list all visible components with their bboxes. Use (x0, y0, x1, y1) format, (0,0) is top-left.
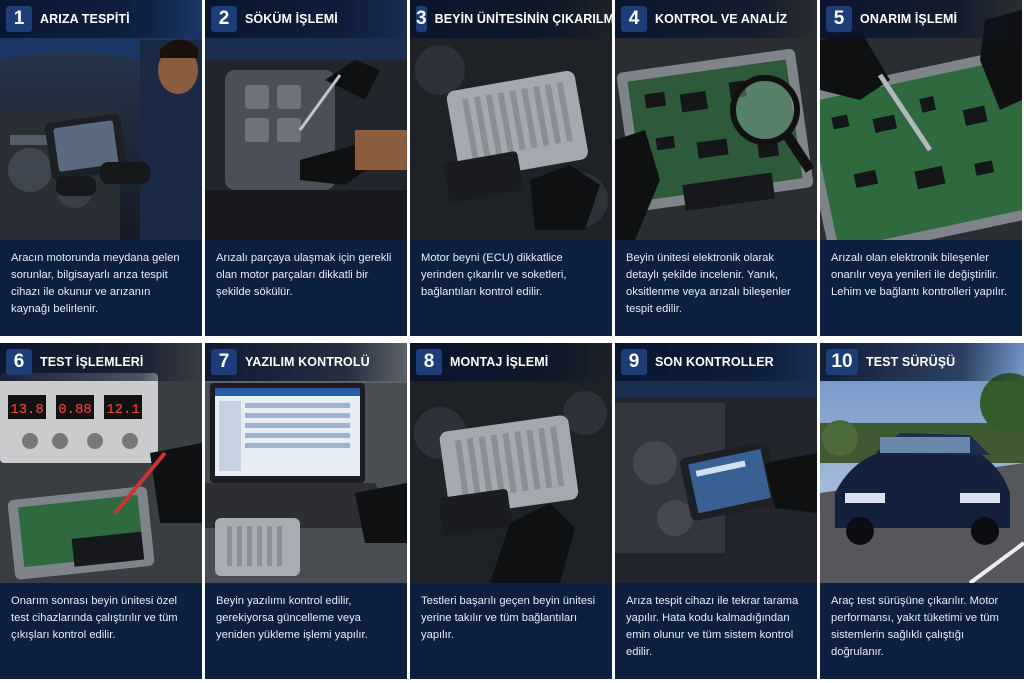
step-10-header: 10 TEST SÜRÜŞÜ (820, 343, 1024, 381)
step-8-title: MONTAJ İŞLEMİ (450, 355, 549, 369)
process-grid: 1 ARIZA TESPİTİ Aracın motorunda meydana… (0, 0, 1024, 683)
step-3-title: BEYİN ÜNİTESİNİN ÇIKARILMASI (434, 12, 612, 26)
step-10-number: 10 (826, 349, 858, 375)
step-5-title: ONARIM İŞLEMİ (860, 12, 958, 26)
step-1-header: 1 ARIZA TESPİTİ (0, 0, 202, 38)
step-6-number: 6 (6, 349, 32, 375)
step-4-number: 4 (621, 6, 647, 32)
step-card-10: 10 TEST SÜRÜŞÜ Araç test sürüşüne çıkarı… (820, 343, 1024, 679)
test-readout-3: 12.1 (106, 402, 140, 418)
step-8-number: 8 (416, 349, 442, 375)
step-2-description: Arızalı parçaya ulaşmak için gerekli ola… (205, 240, 407, 336)
step-6-title: TEST İŞLEMLERİ (40, 355, 144, 369)
step-card-2: 2 SÖKÜM İŞLEMİ Arızalı parçaya ulaşmak i… (205, 0, 407, 336)
step-6-description: Onarım sonrası beyin ünitesi özel test c… (0, 583, 202, 679)
step-4-title: KONTROL VE ANALİZ (655, 12, 788, 26)
step-8-description: Testleri başarılı geçen beyin ünitesi ye… (410, 583, 612, 679)
step-card-7: 7 YAZILIM KONTROLÜ Beyin yazılımı kontro… (205, 343, 407, 679)
step-3-number: 3 (416, 6, 427, 32)
step-card-4: 4 KONTROL VE ANALİZ Beyin ünitesi elektr… (615, 0, 817, 336)
test-readout-1: 13.8 (10, 402, 44, 418)
step-10-description: Araç test sürüşüne çıkarılır. Motor perf… (820, 583, 1024, 679)
step-5-number: 5 (826, 6, 852, 32)
step-10-title: TEST SÜRÜŞÜ (866, 355, 956, 369)
test-readout-2: 0.88 (58, 402, 92, 418)
step-6-header: 6 TEST İŞLEMLERİ (0, 343, 202, 381)
step-8-header: 8 MONTAJ İŞLEMİ (410, 343, 612, 381)
step-7-number: 7 (211, 349, 237, 375)
step-3-header: 3 BEYİN ÜNİTESİNİN ÇIKARILMASI (410, 0, 612, 38)
step-2-number: 2 (211, 6, 237, 32)
step-7-title: YAZILIM KONTROLÜ (245, 355, 370, 369)
step-card-5: 5 ONARIM İŞLEMİ Arızalı olan elektronik … (820, 0, 1022, 336)
step-4-description: Beyin ünitesi elektronik olarak detaylı … (615, 240, 817, 336)
step-card-6: 13.8 0.88 12.1 6 TEST İŞLEMLERİ Onarım s… (0, 343, 202, 679)
step-7-header: 7 YAZILIM KONTROLÜ (205, 343, 407, 381)
step-2-header: 2 SÖKÜM İŞLEMİ (205, 0, 407, 38)
step-5-header: 5 ONARIM İŞLEMİ (820, 0, 1022, 38)
step-1-title: ARIZA TESPİTİ (40, 12, 130, 26)
step-9-header: 9 SON KONTROLLER (615, 343, 817, 381)
step-9-number: 9 (621, 349, 647, 375)
step-9-title: SON KONTROLLER (655, 355, 774, 369)
step-5-description: Arızalı olan elektronik bileşenler onarı… (820, 240, 1022, 336)
step-7-description: Beyin yazılımı kontrol edilir, gerekiyor… (205, 583, 407, 679)
step-card-3: 3 BEYİN ÜNİTESİNİN ÇIKARILMASI Motor bey… (410, 0, 612, 336)
step-card-1: 1 ARIZA TESPİTİ Aracın motorunda meydana… (0, 0, 202, 336)
step-9-description: Arıza tespit cihazı ile tekrar tarama ya… (615, 583, 817, 679)
step-1-number: 1 (6, 6, 32, 32)
step-1-description: Aracın motorunda meydana gelen sorunlar,… (0, 240, 202, 336)
step-3-description: Motor beyni (ECU) dikkatlice yerinden çı… (410, 240, 612, 336)
step-4-header: 4 KONTROL VE ANALİZ (615, 0, 817, 38)
step-card-9: 9 SON KONTROLLER Arıza tespit cihazı ile… (615, 343, 817, 679)
step-2-title: SÖKÜM İŞLEMİ (245, 12, 338, 26)
step-card-8: 8 MONTAJ İŞLEMİ Testleri başarılı geçen … (410, 343, 612, 679)
